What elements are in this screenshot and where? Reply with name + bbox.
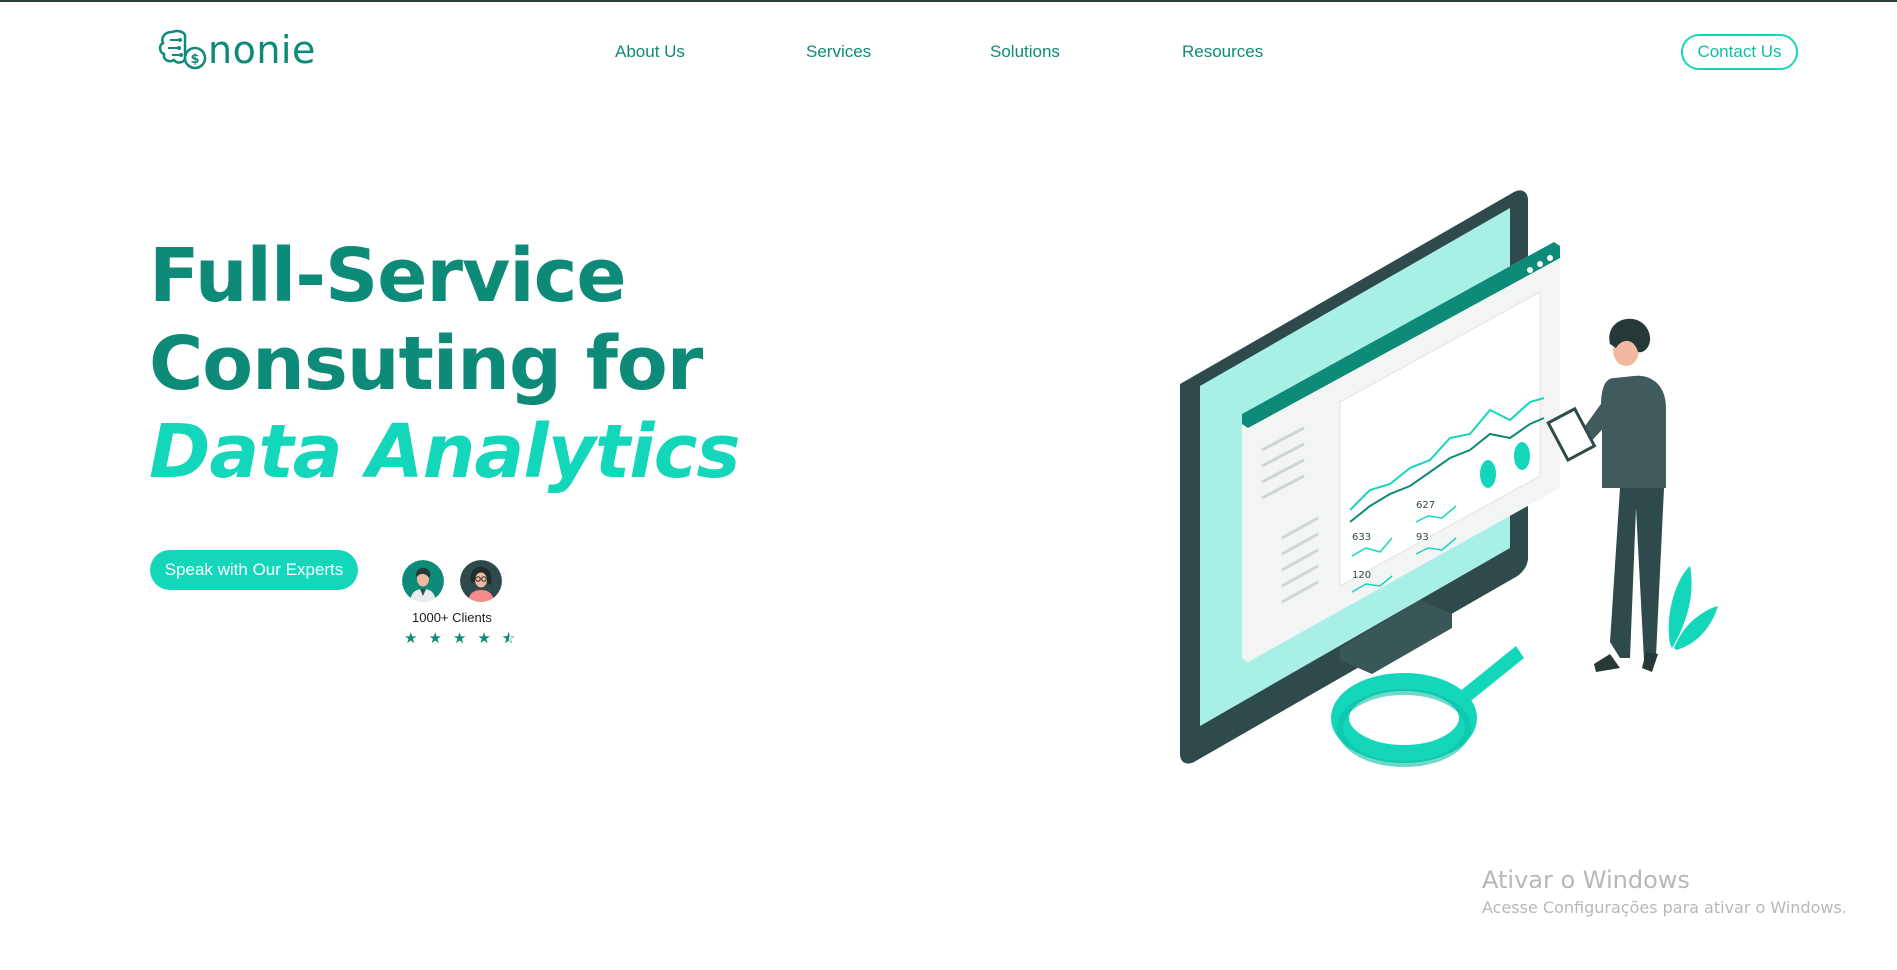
top-border	[0, 0, 1897, 2]
watermark-title: Ativar o Windows	[1482, 866, 1690, 894]
clients-badge: 1000+ Clients ★ ★ ★ ★ ☆ ★	[402, 560, 524, 647]
star-rating: ★ ★ ★ ★ ☆ ★	[404, 629, 524, 647]
star-icon: ★	[477, 629, 491, 647]
nav-solutions[interactable]: Solutions	[990, 42, 1060, 62]
nav-resources[interactable]: Resources	[1182, 42, 1263, 62]
nav-about-us[interactable]: About Us	[615, 42, 685, 62]
star-icon: ★	[452, 629, 467, 647]
star-icon: ★	[404, 629, 418, 647]
star-icon: ★	[428, 629, 442, 647]
brand-logo[interactable]: $ nonie	[158, 26, 316, 74]
svg-text:627: 627	[1416, 500, 1435, 511]
avatar	[402, 560, 444, 602]
data-analytics-illustration: 627 633 93 120	[1180, 190, 1718, 767]
hero-line-3: Data Analytics	[149, 409, 741, 495]
hero-heading: Full-Service Consuting for Data Analytic…	[149, 232, 741, 496]
nav-services[interactable]: Services	[806, 42, 871, 62]
hero-line-1: Full-Service	[149, 233, 627, 319]
clients-count: 1000+ Clients	[412, 610, 492, 625]
hero-line-2: Consuting for	[149, 321, 703, 407]
speak-with-experts-button[interactable]: Speak with Our Experts	[150, 550, 358, 590]
brain-coin-icon: $	[158, 29, 207, 70]
brand-name: nonie	[208, 28, 316, 72]
svg-text:633: 633	[1352, 532, 1371, 543]
svg-text:93: 93	[1416, 532, 1429, 543]
avatar	[460, 560, 502, 602]
svg-text:$: $	[190, 52, 199, 67]
contact-us-button[interactable]: Contact Us	[1681, 34, 1798, 70]
half-star-icon: ☆ ★	[501, 629, 516, 647]
svg-text:120: 120	[1352, 570, 1371, 581]
windows-activation-watermark: Ativar o Windows Acesse Configurações pa…	[1482, 866, 1847, 917]
watermark-subtitle: Acesse Configurações para ativar o Windo…	[1482, 898, 1847, 917]
